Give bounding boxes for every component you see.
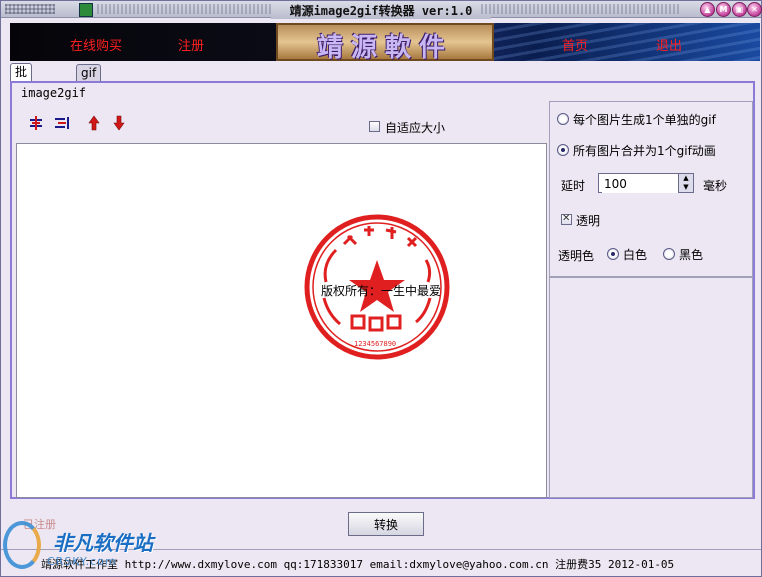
maximize-button[interactable]: ▣ (732, 2, 747, 17)
white-label: 白色 (623, 248, 648, 262)
close-button[interactable]: ✕ (747, 2, 762, 17)
transparent-color-label: 透明色 (558, 249, 595, 263)
title-bar[interactable]: 靖源image2gif转换器 ver:1.0 ▲ M ▣ ✕ (1, 1, 762, 19)
title-grip (481, 4, 559, 14)
mode-each-label: 每个图片生成1个单独的gif (573, 113, 716, 127)
delay-label: 延时 (561, 179, 586, 193)
svg-text:1234567890: 1234567890 (354, 340, 396, 348)
exit-link[interactable]: 退出 (656, 35, 682, 54)
window-title: 靖源image2gif转换器 ver:1.0 (271, 2, 491, 19)
move-down-icon[interactable] (110, 115, 128, 131)
black-label: 黑色 (679, 248, 704, 262)
move-up-icon[interactable] (85, 115, 103, 131)
title-grip (97, 4, 277, 14)
image-preview-area[interactable]: 1234567890 版权所有：一生中最爱 (16, 143, 547, 498)
delay-unit-label: 毫秒 (703, 179, 728, 193)
transparent-label: 透明 (576, 214, 601, 228)
delay-input[interactable] (602, 175, 678, 193)
mode-each-radio[interactable] (557, 113, 569, 125)
black-radio[interactable] (663, 248, 675, 260)
auto-fit-label: 自适应大小 (385, 121, 446, 135)
watermark-title: 非凡软件站 (53, 531, 153, 555)
options-lower-panel (549, 277, 753, 498)
watermark-logo-icon (3, 521, 41, 569)
spin-down-icon[interactable]: ▼ (679, 183, 693, 192)
brand-logo: 靖源軟件 (276, 23, 494, 61)
restore-button[interactable]: M (716, 2, 731, 17)
brand-logo-text: 靖源軟件 (316, 33, 453, 61)
transparent-checkbox[interactable] (561, 213, 572, 225)
banner-wave-decoration (480, 23, 760, 61)
register-link[interactable]: 注册 (178, 35, 204, 54)
title-grip (5, 4, 55, 14)
tab-batch-convert[interactable]: 批量转换 (10, 63, 33, 130)
delay-spin-arrows[interactable]: ▲ ▼ (678, 174, 693, 192)
tab-gif-split[interactable]: gif分解 (76, 64, 102, 114)
spin-up-icon[interactable]: ▲ (679, 174, 693, 183)
header-banner: 在线购买 注册 靖源軟件 首页 退出 (10, 23, 760, 61)
remove-files-icon[interactable] (53, 115, 71, 131)
delay-spinner[interactable]: ▲ ▼ (598, 173, 694, 193)
home-link[interactable]: 首页 (562, 35, 588, 54)
convert-button[interactable]: 转换 (348, 512, 424, 536)
white-radio[interactable] (607, 248, 619, 260)
seal-overlay-text: 版权所有：一生中最爱 (321, 284, 442, 298)
add-files-icon[interactable] (28, 115, 46, 131)
mode-merge-label: 所有图片合并为1个gif动画 (573, 144, 716, 158)
app-icon[interactable] (79, 3, 93, 17)
minimize-button[interactable]: ▲ (700, 2, 715, 17)
group-label: image2gif (19, 86, 89, 100)
watermark-subtitle: CRSKY.com (47, 555, 117, 568)
auto-fit-checkbox[interactable] (369, 121, 380, 132)
buy-online-link[interactable]: 在线购买 (70, 35, 122, 54)
app-window: 靖源image2gif转换器 ver:1.0 ▲ M ▣ ✕ 在线购买 注册 靖… (0, 0, 762, 577)
title-grip (561, 4, 679, 14)
mode-merge-radio[interactable] (557, 144, 569, 156)
site-watermark: 非凡软件站 CRSKY.com (3, 517, 159, 571)
